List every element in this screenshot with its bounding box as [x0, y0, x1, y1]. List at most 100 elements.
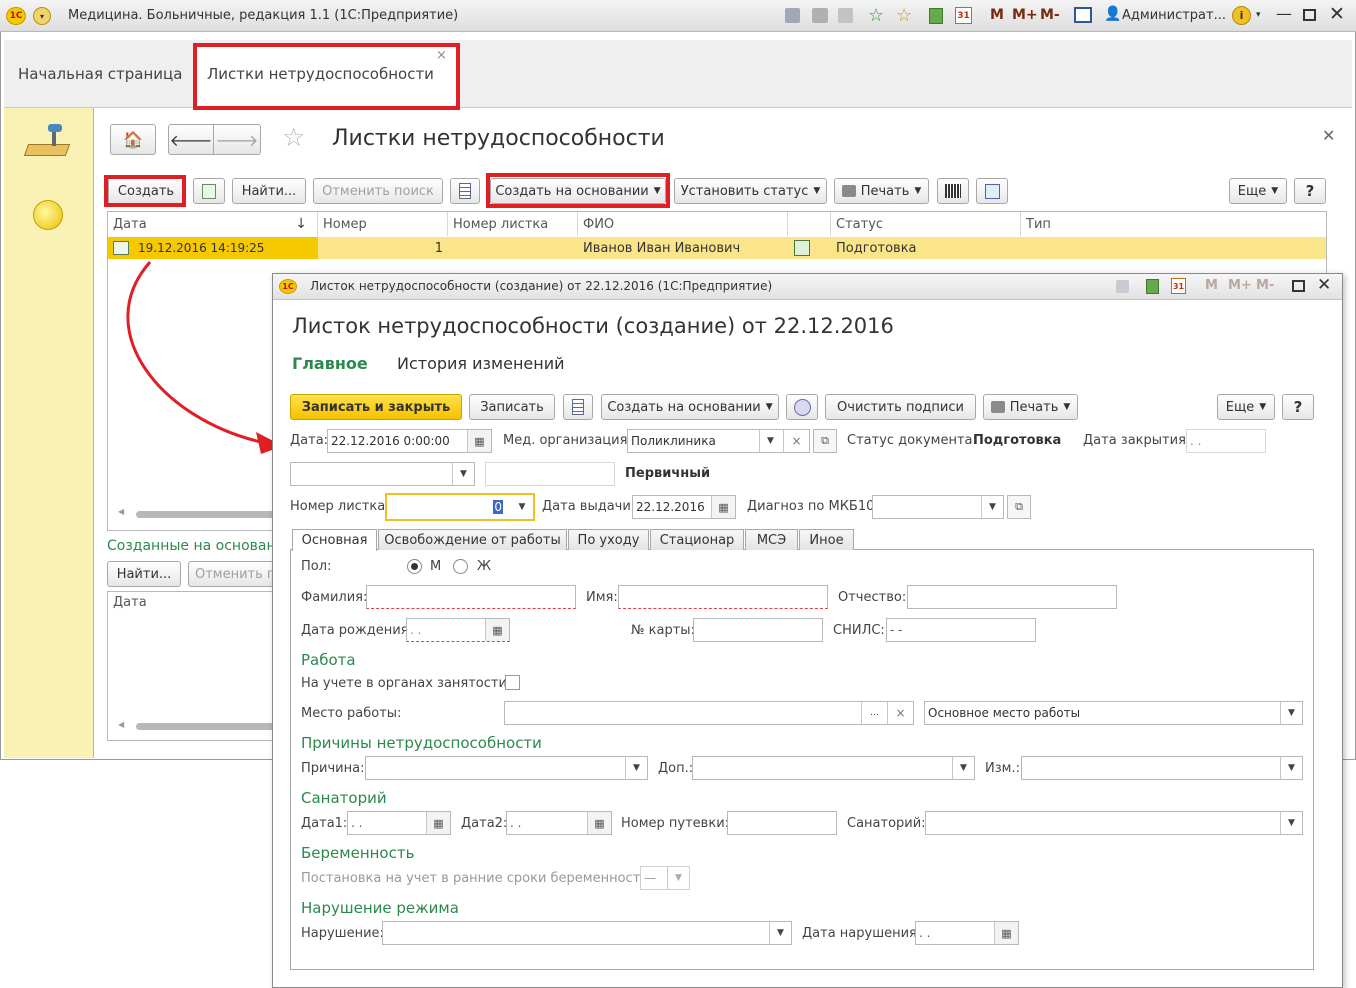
nav-history[interactable]: История изменений	[397, 354, 565, 373]
form-memory-mplus[interactable]: M+	[1228, 278, 1252, 293]
chevron-down-icon[interactable]: ▼	[1280, 812, 1302, 834]
close-date-field: . .	[1186, 429, 1266, 453]
surname-field[interactable]	[366, 585, 576, 609]
chevron-down-icon[interactable]: ▼	[1280, 757, 1302, 779]
form-title-bar: 1С Листок нетрудоспособности (создание) …	[273, 274, 1342, 300]
date1-label: Дата1:	[301, 816, 348, 831]
change-label: Изм.:	[985, 761, 1020, 776]
clear-signatures-button[interactable]: Очистить подписи	[825, 394, 976, 420]
name-field[interactable]	[618, 585, 828, 609]
form-save-icon[interactable]	[1116, 280, 1129, 293]
chevron-down-icon[interactable]: ▼	[452, 463, 474, 485]
form-list-button[interactable]	[563, 394, 593, 420]
chevron-down-icon[interactable]: ▼	[625, 757, 647, 779]
date2-field[interactable]: . . ▦	[506, 811, 612, 835]
sheet-number-label: Номер листка:	[290, 499, 390, 514]
employment-checkbox[interactable]	[505, 675, 520, 690]
date1-field[interactable]: . . ▦	[347, 811, 451, 835]
form-calendar-icon[interactable]: 31	[1171, 278, 1186, 294]
open-med-org-button[interactable]: ⧉	[813, 429, 837, 453]
printer-icon	[990, 401, 1005, 413]
pregnancy-value: —	[644, 871, 656, 885]
form-create-based-button[interactable]: Создать на основании ▼	[601, 394, 779, 420]
clear-icon[interactable]: ×	[887, 702, 913, 724]
form-maximize-button[interactable]	[1292, 280, 1305, 292]
sex-m-radio[interactable]	[407, 559, 422, 574]
workplace-type-field[interactable]: Основное место работы ▼	[924, 701, 1303, 725]
chevron-down-icon[interactable]: ▼	[511, 495, 533, 519]
tab-care[interactable]: По уходу	[568, 529, 649, 550]
save-close-button[interactable]: Записать и закрыть	[290, 394, 462, 420]
workplace-field[interactable]: … ×	[504, 701, 914, 725]
select-ellipsis-icon[interactable]: …	[861, 702, 887, 724]
nav-main[interactable]: Главное	[292, 354, 368, 373]
chevron-down-icon[interactable]: ▼	[952, 757, 974, 779]
calendar-icon[interactable]: ▦	[994, 922, 1018, 944]
add-cause-label: Доп.:	[658, 761, 694, 776]
violation-date-value: . .	[919, 926, 931, 940]
violation-date-label: Дата нарушения:	[802, 926, 922, 941]
issue-date-value: 22.12.2016	[636, 500, 705, 514]
save-button[interactable]: Записать	[469, 394, 555, 420]
surname-label: Фамилия:	[301, 590, 368, 605]
card-field[interactable]	[693, 618, 823, 642]
patronymic-label: Отчество:	[838, 590, 907, 605]
birth-date-field[interactable]: . . ▦	[406, 618, 510, 642]
calendar-icon[interactable]: ▦	[467, 430, 491, 452]
issue-date-label: Дата выдачи:	[542, 499, 636, 514]
violation-field[interactable]: ▼	[382, 921, 792, 945]
form-print-button[interactable]: Печать ▼	[983, 394, 1078, 420]
clear-icon[interactable]: ×	[783, 430, 809, 452]
form-memory-mminus[interactable]: M-	[1256, 278, 1274, 293]
date-field[interactable]: 22.12.2016 0:00:00 ▦	[327, 429, 492, 453]
chevron-down-icon[interactable]: ▼	[1280, 702, 1302, 724]
card-label: № карты:	[631, 623, 695, 638]
date1-value: . .	[351, 816, 363, 830]
violation-date-field[interactable]: . . ▦	[915, 921, 1019, 945]
tab-release[interactable]: Освобождение от работы	[378, 529, 567, 550]
tab-hospital[interactable]: Стационар	[650, 529, 744, 550]
voucher-field[interactable]	[727, 811, 837, 835]
tab-main[interactable]: Основная	[292, 529, 377, 551]
sex-f-label: Ж	[477, 559, 492, 574]
snils-field[interactable]: - -	[886, 618, 1036, 642]
open-diagnosis-button[interactable]: ⧉	[1007, 495, 1031, 519]
snils-label: СНИЛС:	[833, 623, 885, 638]
chevron-down-icon: ▼	[765, 402, 773, 412]
calendar-icon[interactable]: ▦	[426, 812, 450, 834]
form-calculator-icon[interactable]	[1146, 279, 1159, 294]
workplace-type-value: Основное место работы	[928, 706, 1081, 720]
add-cause-field[interactable]: ▼	[692, 756, 975, 780]
chevron-down-icon[interactable]: ▼	[759, 430, 781, 452]
tab-other[interactable]: Иное	[799, 529, 854, 550]
birth-date-label: Дата рождения:	[301, 623, 413, 638]
form-help-button[interactable]: ?	[1282, 394, 1314, 420]
tab-mse[interactable]: МСЭ	[745, 529, 798, 550]
chevron-down-icon[interactable]: ▼	[981, 496, 1003, 518]
sex-f-radio[interactable]	[453, 559, 468, 574]
calendar-icon[interactable]: ▦	[587, 812, 611, 834]
sanatorium-label: Санаторий:	[847, 816, 926, 831]
issue-date-field[interactable]: 22.12.2016 ▦	[632, 495, 736, 519]
calendar-icon[interactable]: ▦	[711, 496, 735, 518]
form-more-button[interactable]: Еще ▼	[1217, 394, 1275, 420]
signature-button[interactable]	[786, 394, 818, 420]
sanatorium-field[interactable]: ▼	[925, 811, 1303, 835]
form-memory-m[interactable]: M	[1205, 278, 1218, 293]
change-field[interactable]: ▼	[1021, 756, 1303, 780]
sheet-number-value: 0	[493, 500, 503, 514]
chevron-down-icon[interactable]: ▼	[769, 922, 791, 944]
med-org-field[interactable]: Поликлиника ▼ ×	[627, 429, 810, 453]
reason-select[interactable]: ▼	[290, 462, 475, 486]
cause-field[interactable]: ▼	[365, 756, 648, 780]
patronymic-field[interactable]	[907, 585, 1117, 609]
close-date-label: Дата закрытия:	[1083, 433, 1191, 448]
causes-group-title: Причины нетрудоспособности	[301, 734, 542, 752]
form-window-title: Листок нетрудоспособности (создание) от …	[310, 279, 773, 293]
sheet-number-field[interactable]: 0 ▼	[385, 493, 535, 521]
form-close-button[interactable]: ✕	[1317, 275, 1331, 295]
pregnancy-group-title: Беременность	[301, 844, 415, 862]
diagnosis-label: Диагноз по МКБ10:	[747, 499, 879, 514]
diagnosis-field[interactable]: ▼	[872, 495, 1004, 519]
calendar-icon[interactable]: ▦	[485, 619, 509, 641]
